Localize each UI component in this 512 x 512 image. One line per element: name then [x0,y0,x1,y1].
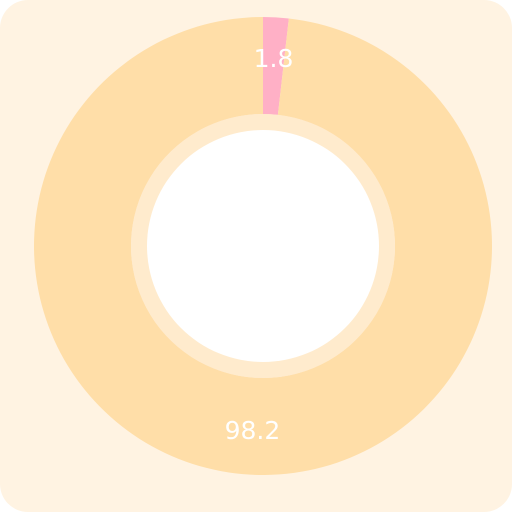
donut-hole [147,130,379,362]
slice-label-0: 1.8 [254,44,294,73]
donut-chart: 1.8 98.2 [33,17,492,475]
slice-label-1: 98.2 [225,416,281,445]
chart-card: 1.8 98.2 [0,0,512,512]
